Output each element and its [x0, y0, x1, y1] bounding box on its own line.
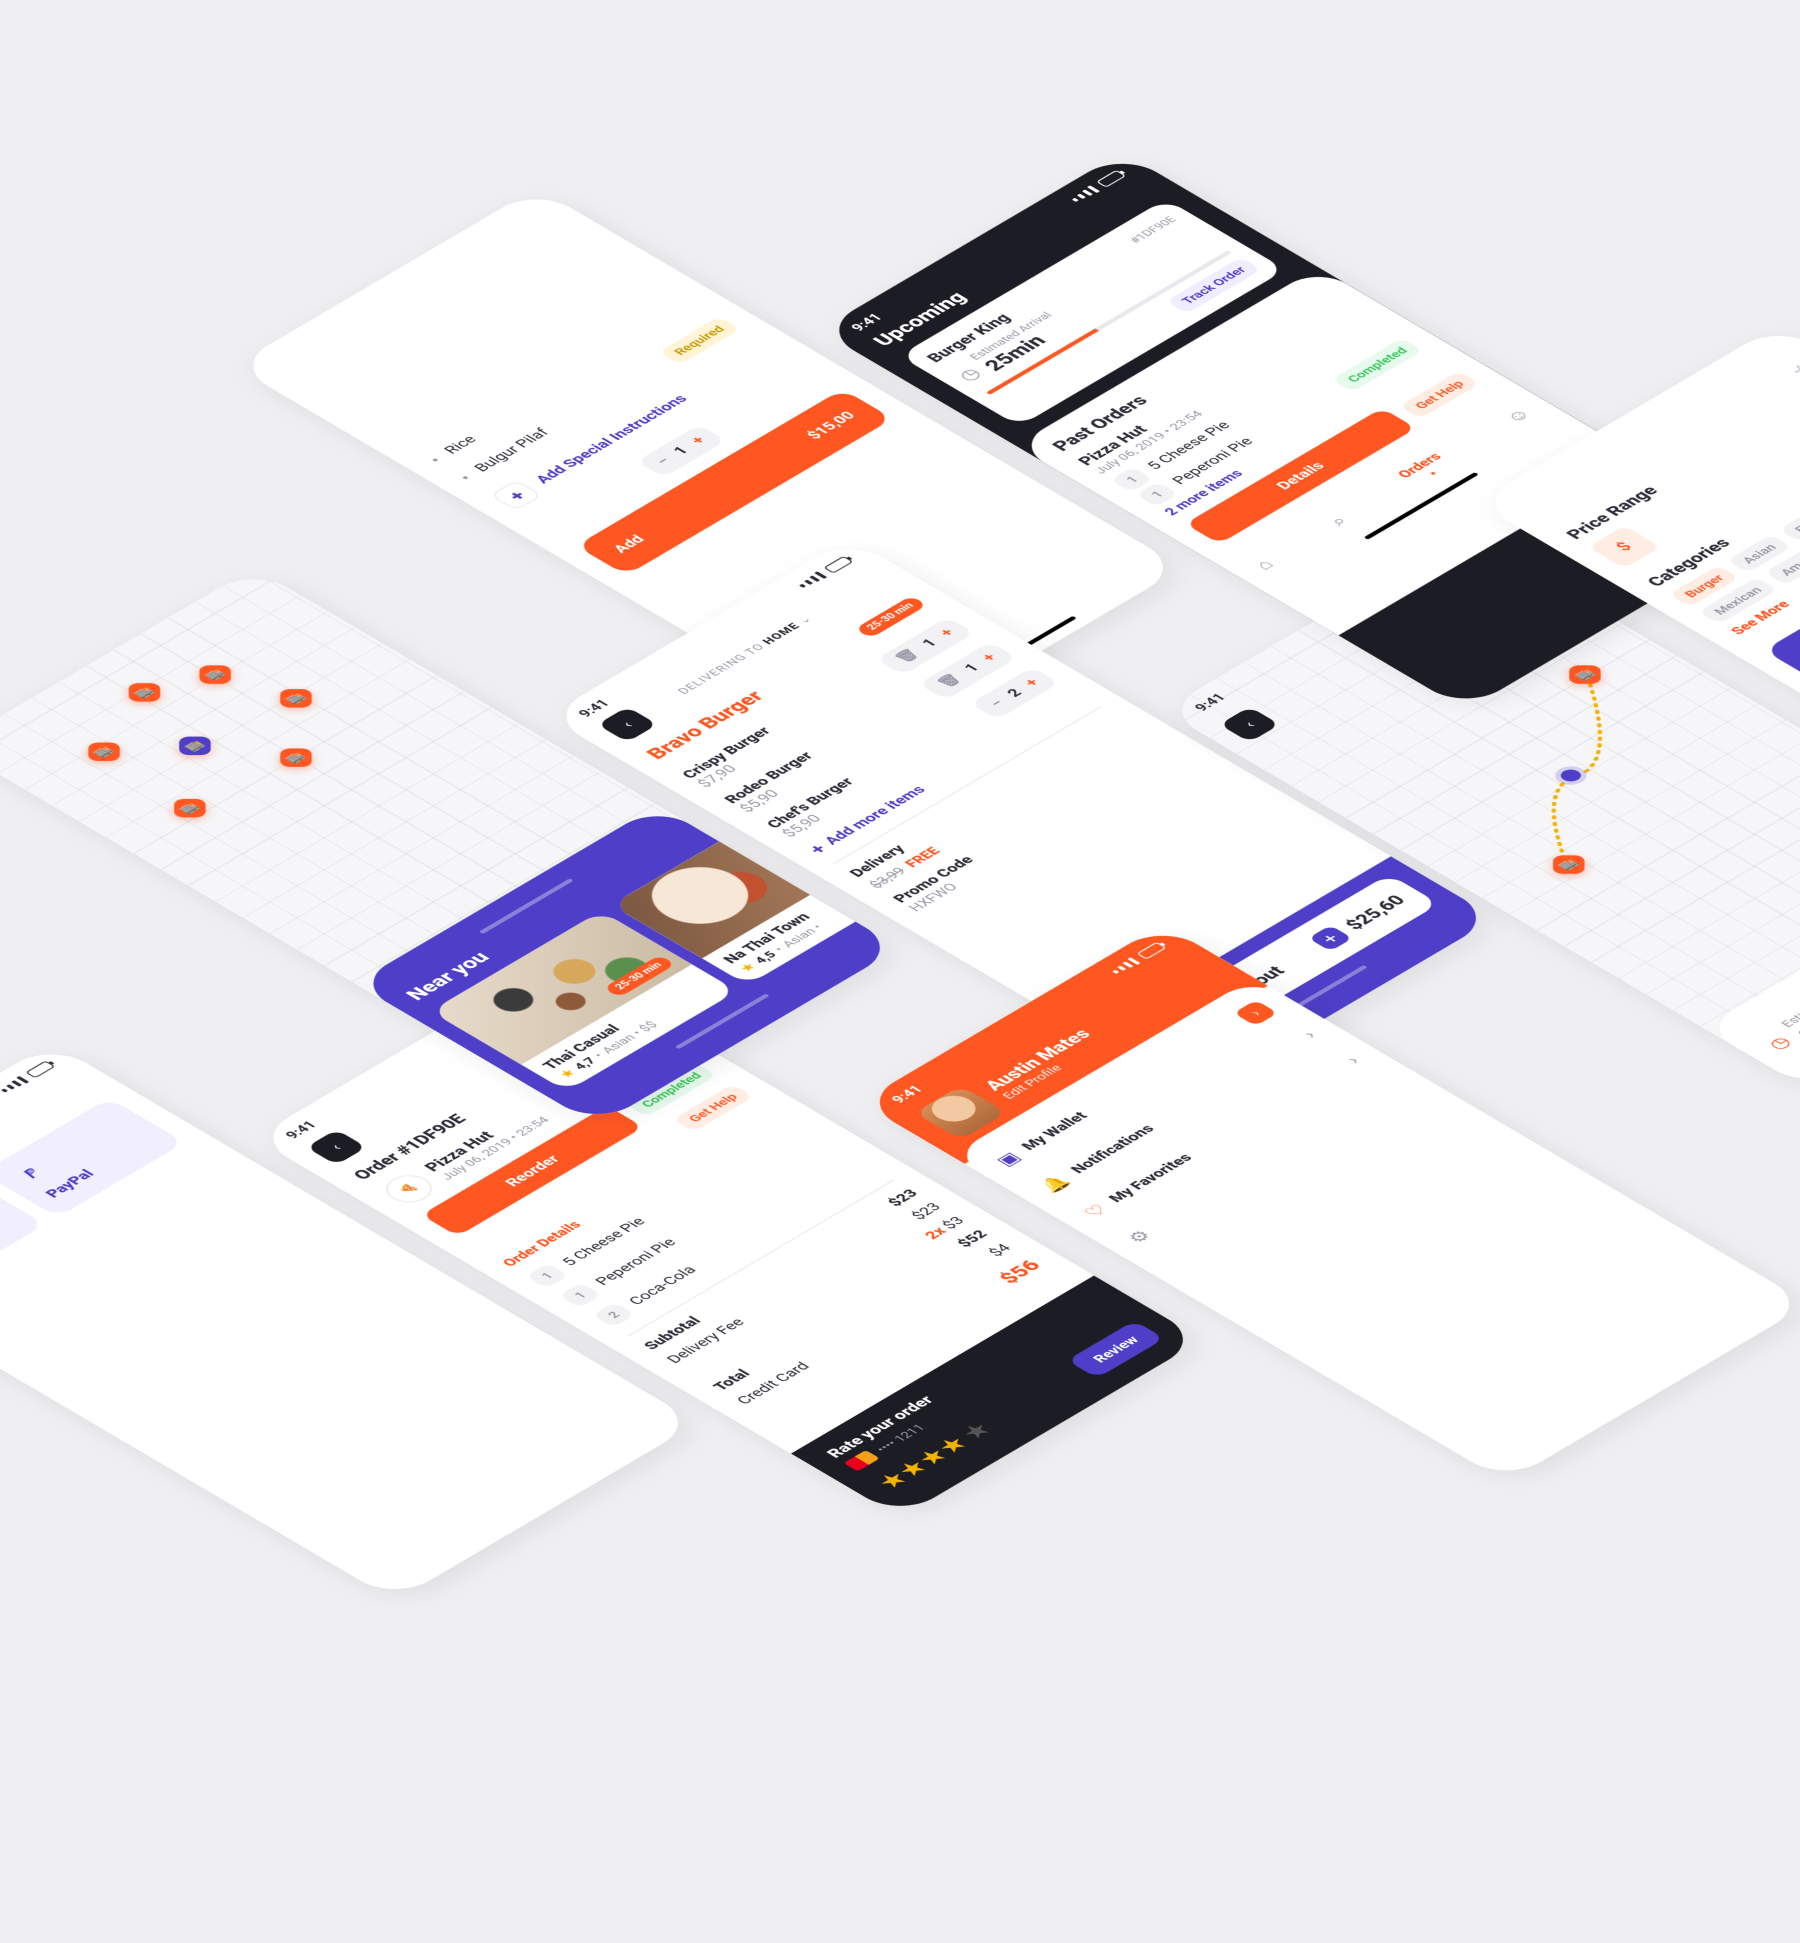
minus-icon[interactable]: −	[986, 697, 1008, 710]
add-label: Add	[610, 533, 649, 556]
item-qty: 1	[525, 1263, 569, 1289]
add-special-icon[interactable]: +	[490, 480, 543, 511]
plus-icon: +	[1308, 925, 1352, 951]
origin-pin-icon: 🏬	[1553, 855, 1584, 873]
payment-cash-label: Cash	[0, 1215, 17, 1282]
plus-icon[interactable]: +	[688, 434, 710, 447]
star-icon[interactable]: ☆	[1785, 359, 1800, 381]
map-pin-icon[interactable]: 🏬	[280, 689, 311, 707]
restaurant-logo-icon: 🍕	[377, 1170, 442, 1208]
map-pin-icon[interactable]: 🏬	[129, 683, 160, 701]
chevron-right-icon: ›	[1341, 1053, 1365, 1067]
clock-icon: ◷	[1763, 1033, 1796, 1053]
tab-search[interactable]: ⌕	[1324, 513, 1353, 530]
back-button[interactable]: ‹	[597, 707, 658, 743]
map-pin-icon[interactable]: 🏬	[179, 737, 210, 755]
eta-label: Estimated Arrival	[1778, 972, 1800, 1029]
option-rice[interactable]: Rice	[441, 433, 481, 457]
map-pin-icon[interactable]: 🏬	[280, 748, 311, 766]
map-pin-icon[interactable]: 🏬	[199, 665, 230, 683]
plus-icon[interactable]: +	[1021, 676, 1043, 689]
review-button[interactable]: Review	[1067, 1321, 1165, 1378]
qty-value: 1	[670, 444, 693, 457]
item-qty: 1	[559, 1282, 603, 1308]
eta-value: 25min	[1791, 980, 1800, 1044]
tab-profile[interactable]: ☺	[1500, 405, 1537, 427]
add-price: $15,00	[803, 409, 859, 442]
tab-orders[interactable]: Orders•	[1394, 450, 1459, 488]
paypal-icon	[10, 1160, 54, 1186]
destination-pin-icon: 🏬	[1569, 665, 1600, 683]
item-qty: 2	[592, 1302, 636, 1328]
checkout-total: $25,60	[1340, 892, 1410, 933]
heart-icon: ♡	[1079, 1201, 1113, 1221]
map-pin-icon[interactable]: 🏬	[174, 799, 205, 817]
minus-icon[interactable]: −	[653, 455, 675, 468]
home-indicator-icon	[1273, 965, 1368, 1021]
home-indicator-icon	[675, 993, 770, 1049]
payment-paypal-label: PayPal	[42, 1134, 156, 1201]
chevron-right-icon: ›	[1297, 1027, 1321, 1041]
clock-icon: ◷	[952, 364, 985, 384]
bell-icon: 🔔	[1035, 1172, 1074, 1195]
tab-home[interactable]: ⌂	[1250, 556, 1280, 574]
map-pin-icon[interactable]: 🏬	[88, 743, 119, 761]
wallet-icon: ▣	[990, 1149, 1024, 1169]
back-button[interactable]: ‹	[306, 1129, 367, 1165]
gear-icon: ⚙	[1122, 1227, 1156, 1247]
plus-icon: +	[804, 841, 832, 857]
